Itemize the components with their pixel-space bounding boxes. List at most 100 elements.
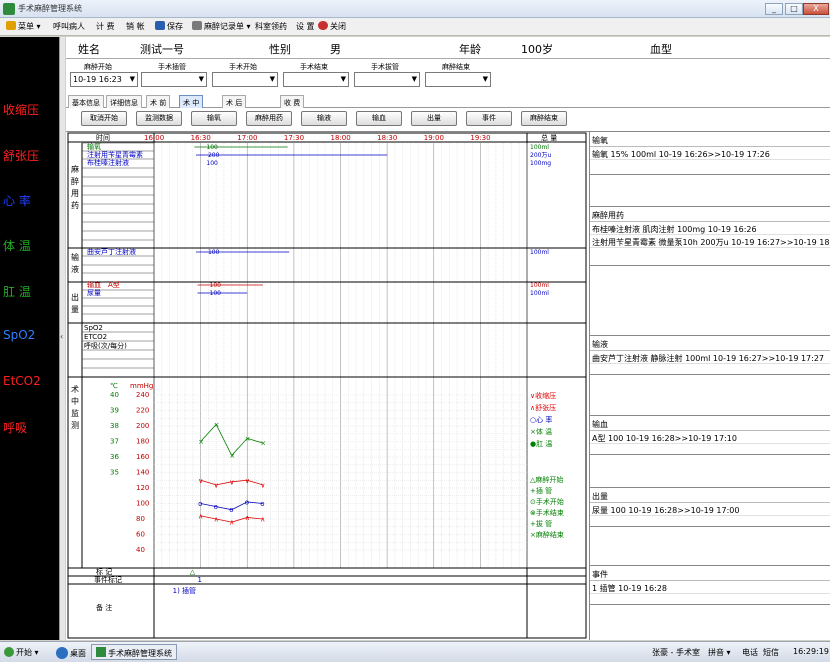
event-legend-entry: ⊙手术开始 xyxy=(530,497,564,506)
intubation-select[interactable]: ▼ xyxy=(141,72,207,87)
oxygen-summary-title: 输氧 xyxy=(590,132,830,147)
maximize-button[interactable]: □ xyxy=(785,3,803,15)
event-summary-title: 事件 xyxy=(590,566,830,581)
patient-sex: 男 xyxy=(330,43,341,56)
menu-save[interactable]: 保存 xyxy=(155,21,183,32)
oxygen-button[interactable]: 输氧 xyxy=(191,111,237,126)
event-button[interactable]: 事件 xyxy=(466,111,512,126)
phone-button[interactable]: 电话 xyxy=(742,647,758,658)
patient-info-row: 姓名 测试一号 性别 男 年龄 100岁 血型 xyxy=(66,37,830,59)
app-icon xyxy=(96,647,106,657)
drug-summary-title: 麻醉用药 xyxy=(590,207,830,222)
legend-respiration: 呼吸 xyxy=(3,421,28,435)
drug-summary-line[interactable]: 布桂嗪注射液 肌肉注射 100mg 10-19 16:26 xyxy=(590,222,830,235)
legend-temperature: 体 温 xyxy=(3,239,31,253)
time-fields: 麻醉开始 10-19 16:23 ▼ 手术插管 ▼ 手术开始 ▼ 手术结束 ▼ 手… xyxy=(66,59,830,93)
taskbar-app-button[interactable]: 手术麻醉管理系统 xyxy=(91,644,177,660)
desktop-button[interactable]: 桌面 xyxy=(56,647,86,659)
extubation-select[interactable]: ▼ xyxy=(354,72,420,87)
intubation-label: 手术插管 xyxy=(158,63,186,71)
series-marker: o xyxy=(229,506,233,514)
tab-intraop[interactable]: 术 中 xyxy=(179,95,204,108)
event-legend-entry: ×麻醉结束 xyxy=(530,530,564,539)
time-tick-label: 17:00 xyxy=(237,134,257,142)
collapse-arrow-icon[interactable]: ‹ xyxy=(60,332,63,341)
time-tick-label: 16:00 xyxy=(144,134,164,142)
note-value: 1) 插管 xyxy=(173,586,196,595)
output-summary-line[interactable]: 尿量 100 10-19 16:28>>10-19 17:00 xyxy=(590,503,830,516)
section-output-label: 出 xyxy=(71,292,79,302)
minimize-button[interactable]: _ xyxy=(765,3,783,15)
series-marker: o xyxy=(260,500,264,508)
start-button[interactable]: 开始 ▾ xyxy=(4,647,39,658)
monitor-row-label: SpO2 xyxy=(84,324,103,332)
series-marker: ∨ xyxy=(198,477,203,485)
tab-basic-info[interactable]: 基本信息 xyxy=(68,95,104,108)
close-window-button[interactable]: X xyxy=(803,3,829,15)
fluid-summary-title: 输液 xyxy=(590,336,830,351)
series-marker: ∨ xyxy=(260,481,265,489)
app-icon xyxy=(3,3,15,15)
legend-diastolic: 舒张压 xyxy=(3,149,40,163)
anesthesia-drug-button[interactable]: 麻醉用药 xyxy=(246,111,292,126)
plot-legend-entry: ∧舒张压 xyxy=(530,403,556,412)
blood-summary-line[interactable]: A型 100 10-19 16:28>>10-19 17:10 xyxy=(590,431,830,444)
sms-button[interactable]: 短信 xyxy=(763,647,779,658)
anesthesia-end-button[interactable]: 麻醉结束 xyxy=(521,111,567,126)
bp-tick-label: 120 xyxy=(136,484,149,492)
main-content: 姓名 测试一号 性别 男 年龄 100岁 血型 麻醉开始 10-19 16:23… xyxy=(66,37,830,640)
output-button[interactable]: 出量 xyxy=(411,111,457,126)
monitor-data-button[interactable]: 监测数据 xyxy=(136,111,182,126)
chevron-down-icon: ▼ xyxy=(482,75,488,83)
tab-detail-info[interactable]: 详细信息 xyxy=(106,95,142,108)
surgery-start-label: 手术开始 xyxy=(229,63,257,71)
tab-preop[interactable]: 术 前 xyxy=(146,95,171,108)
fluid-summary-line[interactable]: 曲安芦丁注射液 静脉注射 100ml 10-19 16:27>>10-19 17… xyxy=(590,351,830,364)
chevron-down-icon: ▼ xyxy=(411,75,417,83)
event-summary-line[interactable]: 1 插管 10-19 16:28 xyxy=(590,581,830,594)
drug-row-total: 100ml xyxy=(530,144,549,151)
chevron-down-icon: ▼ xyxy=(269,75,275,83)
menu-billing[interactable]: 计 费 xyxy=(96,21,115,32)
transfusion-button[interactable]: 输血 xyxy=(356,111,402,126)
panel-splitter[interactable]: ‹ xyxy=(59,37,65,640)
anesthesia-start-select[interactable]: 10-19 16:23 ▼ xyxy=(70,72,138,87)
event-legend-entry: △麻醉开始 xyxy=(530,475,563,484)
blood-label: 血型 xyxy=(650,43,672,56)
clock: 16:29:19 xyxy=(793,647,829,656)
section-fluid-label: 输 xyxy=(71,252,79,262)
surgery-end-select[interactable]: ▼ xyxy=(283,72,349,87)
anesthesia-end-select[interactable]: ▼ xyxy=(425,72,491,87)
chevron-down-icon: ▼ xyxy=(340,75,346,83)
menu-writeoff[interactable]: 销 帐 xyxy=(126,21,145,32)
oxygen-summary-line[interactable]: 输氧 15% 100ml 10-19 16:26>>10-19 17:26 xyxy=(590,147,830,160)
blood-row-total: 100ml xyxy=(530,282,549,289)
menu-close[interactable]: 关闭 xyxy=(318,21,346,32)
menu-dept-drugs[interactable]: 科室领药 xyxy=(255,21,287,32)
taskbar-user: 张豪 - 手术室 xyxy=(652,648,700,657)
tab-postop[interactable]: 术 后 xyxy=(222,95,247,108)
cancel-start-button[interactable]: 取消开始 xyxy=(81,111,127,126)
menu-main[interactable]: 菜单 ▾ xyxy=(6,21,41,32)
menu-anesthesia-record[interactable]: 麻醉记录单 ▾ xyxy=(192,21,251,32)
event-summary: 事件 1 插管 10-19 16:28 xyxy=(590,565,830,605)
surgery-start-select[interactable]: ▼ xyxy=(212,72,278,87)
time-tick-label: 18:30 xyxy=(377,134,397,142)
ime-indicator[interactable]: 拼音 ▾ xyxy=(708,647,731,658)
temp-unit: ℃ xyxy=(110,382,118,390)
menu-call-patient[interactable]: 呼叫病人 xyxy=(53,21,85,32)
series-marker: ∨ xyxy=(214,481,219,489)
event-mark-label: 事件标记 xyxy=(94,575,122,584)
menu-settings[interactable]: 设 置 xyxy=(296,21,315,32)
note-label: 备 注 xyxy=(96,603,112,612)
plot-legend-entry: ∨收缩压 xyxy=(530,391,556,400)
title-bar: 手术麻醉管理系统 _ □ X xyxy=(0,0,830,18)
tab-fees[interactable]: 收 费 xyxy=(280,95,305,108)
series-marker: × xyxy=(198,438,204,446)
plot-legend-entry: ○心 率 xyxy=(530,415,552,424)
infusion-button[interactable]: 输液 xyxy=(301,111,347,126)
drug-summary: 麻醉用药 布桂嗪注射液 肌肉注射 100mg 10-19 16:26 注射用苄星… xyxy=(590,206,830,266)
drug-summary-line[interactable]: 注射用苄星青霉素 微量泵10h 200万u 10-19 16:27>>10-19… xyxy=(590,235,830,248)
time-tick-label: 19:00 xyxy=(424,134,444,142)
action-buttons: 取消开始 监测数据 输氧 麻醉用药 输液 输血 出量 事件 麻醉结束 xyxy=(66,109,830,129)
